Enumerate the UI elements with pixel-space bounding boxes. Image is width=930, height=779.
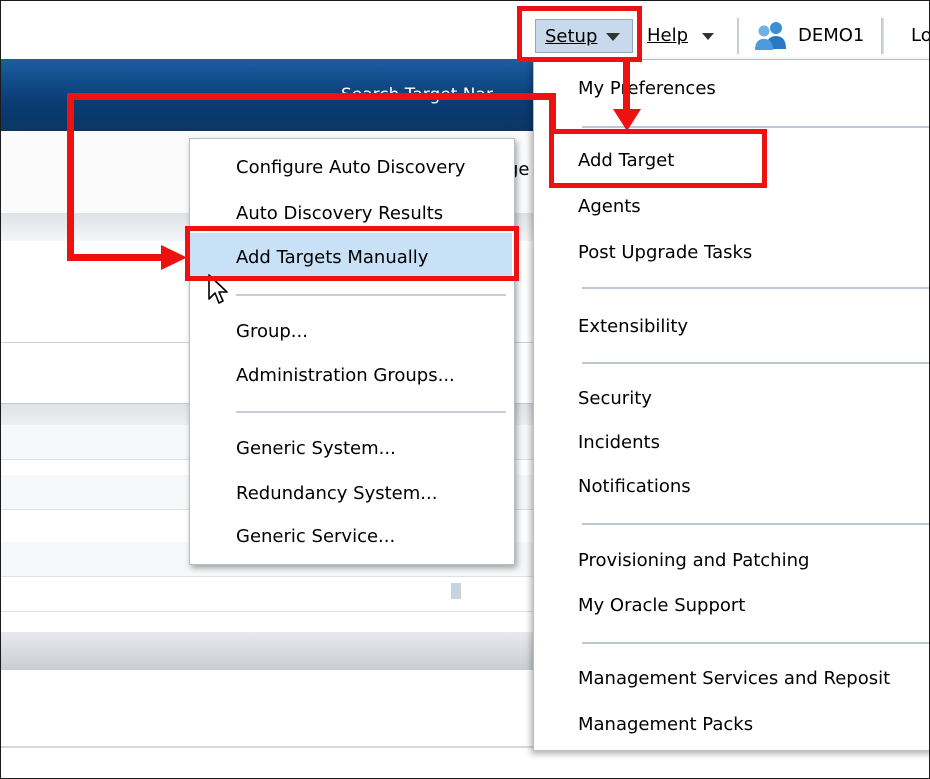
logout-link[interactable]: Lo xyxy=(911,25,929,46)
menu-separator xyxy=(582,287,929,289)
menu-separator xyxy=(582,642,929,644)
menu-separator xyxy=(236,294,506,296)
submenu-item-configure-auto-discovery[interactable]: Configure Auto Discovery xyxy=(236,157,465,178)
menu-separator xyxy=(236,411,506,413)
menu-item-post-upgrade-tasks[interactable]: Post Upgrade Tasks xyxy=(578,242,752,263)
submenu-item-redundancy-system[interactable]: Redundancy System... xyxy=(236,483,437,504)
help-menu-button[interactable]: Help xyxy=(647,25,688,46)
submenu-item-group[interactable]: Group... xyxy=(236,321,308,342)
user-menu[interactable]: DEMO1 xyxy=(798,25,864,46)
header-divider xyxy=(881,18,884,54)
annotation-arrowhead xyxy=(613,109,641,131)
menu-item-agents[interactable]: Agents xyxy=(578,196,641,217)
add-target-submenu: Configure Auto Discovery Auto Discovery … xyxy=(189,138,515,565)
menu-item-management-services[interactable]: Management Services and Reposit xyxy=(578,668,890,689)
menu-item-my-preferences[interactable]: My Preferences xyxy=(578,78,716,99)
menu-item-management-packs[interactable]: Management Packs xyxy=(578,714,753,735)
annotation-box-setup xyxy=(517,6,642,62)
menu-item-notifications[interactable]: Notifications xyxy=(578,476,691,497)
annotation-arrow-line xyxy=(67,93,74,261)
user-group-icon[interactable] xyxy=(754,19,788,51)
annotation-arrow-line xyxy=(67,254,167,261)
annotation-box-add-target xyxy=(549,129,767,188)
chevron-down-icon xyxy=(702,33,714,40)
menu-item-incidents[interactable]: Incidents xyxy=(578,432,660,453)
global-header: Setup Help DEMO1 Lo xyxy=(1,1,929,59)
submenu-item-auto-discovery-results[interactable]: Auto Discovery Results xyxy=(236,203,443,224)
menu-item-extensibility[interactable]: Extensibility xyxy=(578,316,688,337)
annotation-arrow-line xyxy=(67,93,556,100)
menu-item-provisioning-and-patching[interactable]: Provisioning and Patching xyxy=(578,550,809,571)
annotation-arrowhead xyxy=(161,245,187,270)
screenshot-frame: Setup Help DEMO1 Lo Search Target Nar ge… xyxy=(0,0,930,779)
header-divider xyxy=(737,18,739,54)
submenu-item-administration-groups[interactable]: Administration Groups... xyxy=(236,365,455,386)
table-cell-marker xyxy=(451,583,461,599)
menu-separator xyxy=(582,362,929,364)
annotation-arrow-line xyxy=(623,61,630,113)
submenu-item-generic-service[interactable]: Generic Service... xyxy=(236,526,395,547)
menu-item-my-oracle-support[interactable]: My Oracle Support xyxy=(578,595,745,616)
menu-separator xyxy=(582,523,929,525)
menu-item-security[interactable]: Security xyxy=(578,388,652,409)
annotation-box-add-targets-manually xyxy=(185,226,519,281)
submenu-item-generic-system[interactable]: Generic System... xyxy=(236,438,396,459)
